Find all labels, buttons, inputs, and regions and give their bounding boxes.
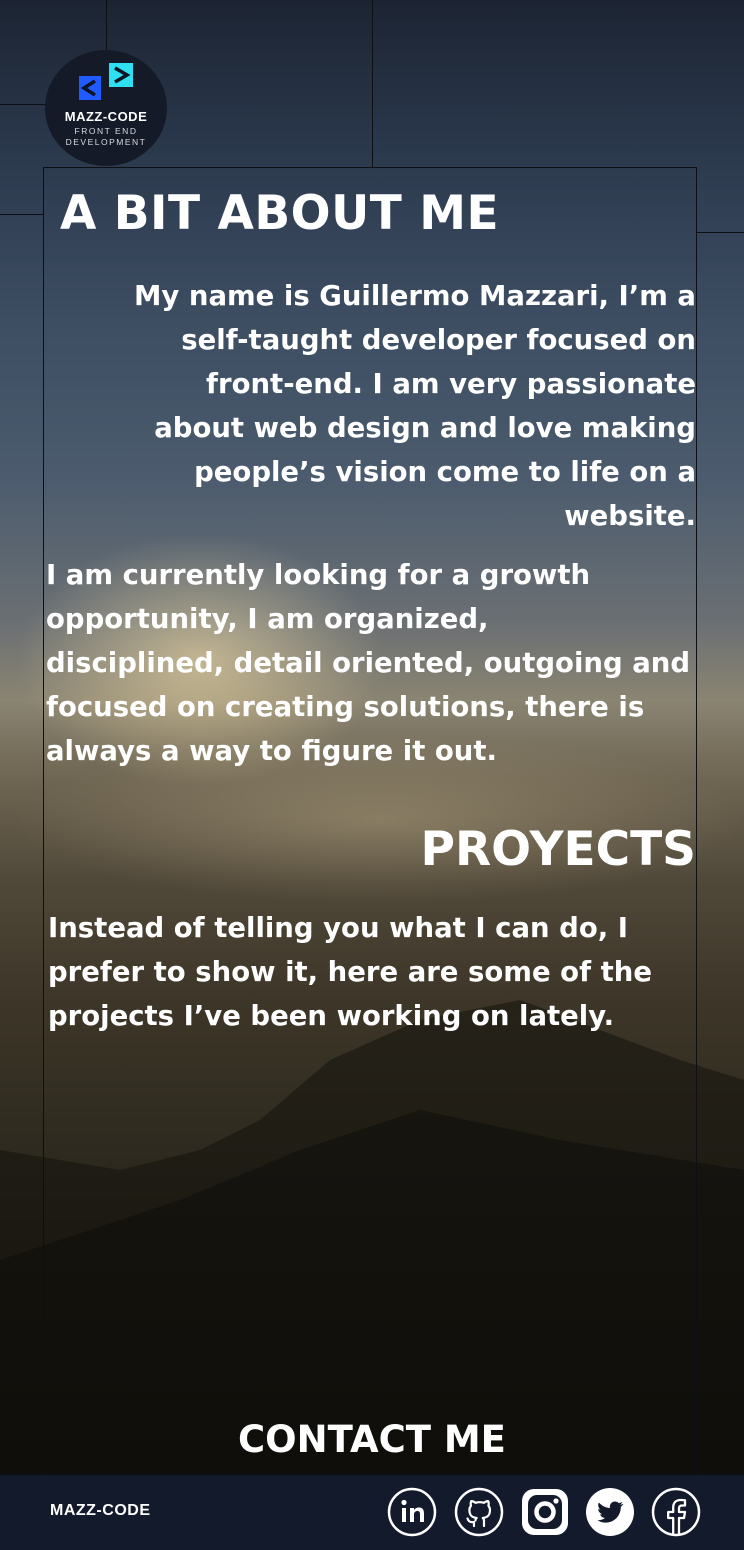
divider-line	[697, 232, 744, 233]
contact-title[interactable]: CONTACT ME	[0, 1418, 744, 1461]
text-line: front-end. I am very passionate	[206, 368, 696, 400]
text-line: I am currently looking for a growth	[46, 559, 591, 591]
logo-subtitle: FRONT END DEVELOPMENT	[45, 126, 167, 148]
about-paragraph-intro: My name is Guillermo Mazzari, I’m a self…	[100, 274, 696, 538]
site-logo[interactable]: MAZZ-CODE FRONT END DEVELOPMENT	[45, 50, 167, 166]
footer: MAZZ-CODE	[0, 1475, 744, 1550]
logo-subtitle-line: FRONT END	[74, 126, 138, 136]
linkedin-icon[interactable]	[386, 1486, 438, 1538]
divider-line	[0, 214, 44, 215]
text-line: people’s vision come to life on a	[194, 456, 696, 488]
text-line: always a way to figure it out.	[46, 735, 497, 767]
text-line: focused on creating solutions, there is	[46, 691, 645, 723]
logo-name: MAZZ-CODE	[64, 109, 148, 124]
footer-brand[interactable]: MAZZ-CODE	[50, 1502, 150, 1520]
divider-line	[372, 0, 373, 168]
twitter-icon[interactable]	[584, 1486, 636, 1538]
text-line: projects I’ve been working on lately.	[48, 1000, 615, 1032]
divider-line	[0, 104, 50, 105]
logo-subtitle-line: DEVELOPMENT	[65, 137, 147, 147]
divider-line	[106, 0, 107, 52]
projects-description: Instead of telling you what I can do, I …	[48, 906, 688, 1038]
text-line: disciplined, detail oriented, outgoing a…	[46, 647, 691, 679]
text-line: self-taught developer focused on	[181, 324, 696, 356]
text-line: prefer to show it, here are some of the	[48, 956, 652, 988]
code-brackets-logo-icon	[79, 63, 133, 100]
github-icon[interactable]	[453, 1486, 505, 1538]
about-title: A BIT ABOUT ME	[60, 186, 500, 241]
instagram-icon[interactable]	[519, 1486, 571, 1538]
text-line: My name is Guillermo Mazzari, I’m a	[134, 280, 696, 312]
text-line: opportunity, I am organized,	[46, 603, 489, 635]
projects-title: PROYECTS	[420, 822, 696, 877]
about-paragraph-goals: I am currently looking for a growth oppo…	[46, 553, 706, 773]
text-line: website.	[564, 500, 696, 532]
text-line: Instead of telling you what I can do, I	[48, 912, 629, 944]
text-line: about web design and love making	[154, 412, 696, 444]
facebook-icon[interactable]	[650, 1486, 702, 1538]
